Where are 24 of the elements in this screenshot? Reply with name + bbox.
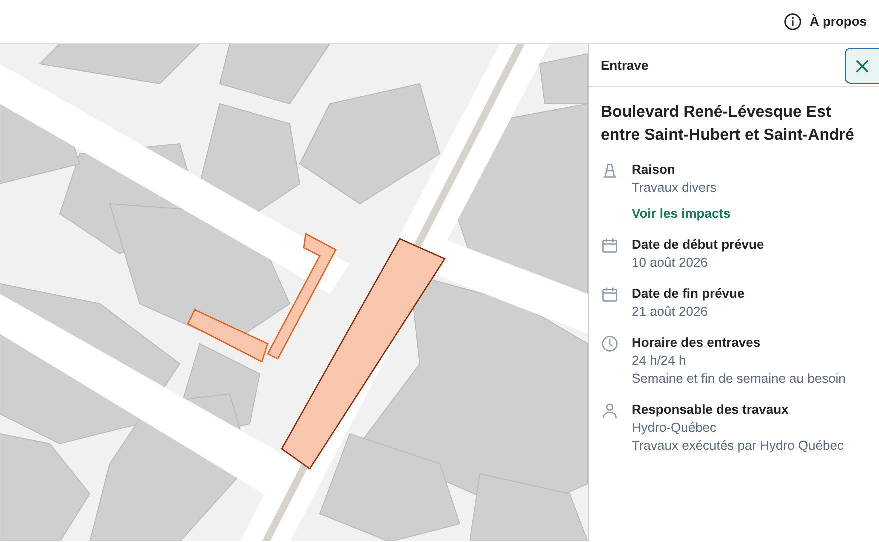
clock-icon — [601, 335, 619, 353]
field-label: Date de fin prévue — [632, 285, 745, 303]
info-icon — [784, 12, 802, 30]
field-label: Responsable des travaux — [632, 401, 790, 419]
field-value: Hydro-Québec — [632, 419, 718, 437]
closure-heading: Boulevard René-Lévesque Est entre Saint-Hubert et Saint-André — [601, 103, 856, 146]
field-value: 10 août 2026 — [632, 254, 709, 272]
person-icon — [601, 402, 619, 420]
close-icon — [855, 58, 870, 74]
panel-title: Entrave — [601, 58, 649, 72]
about-link[interactable]: À propos — [784, 12, 867, 30]
field-label: Horaire des entraves — [632, 334, 762, 352]
field-value: 21 août 2026 — [632, 303, 709, 321]
field-value: Semaine et fin de semaine au besoin — [632, 370, 846, 388]
close-button[interactable] — [845, 48, 879, 84]
field-value: 24 h/24 h — [632, 352, 688, 370]
field-value: Travaux exécutés par Hydro Québec — [632, 437, 844, 455]
calendar-icon — [601, 286, 619, 304]
field-value: Travaux divers — [632, 179, 718, 197]
impacts-link[interactable]: Voir les impacts — [632, 205, 731, 223]
field-label: Raison — [632, 161, 676, 179]
calendar-icon — [601, 237, 619, 255]
cone-icon — [601, 162, 619, 180]
field-label: Date de début prévue — [632, 236, 764, 254]
